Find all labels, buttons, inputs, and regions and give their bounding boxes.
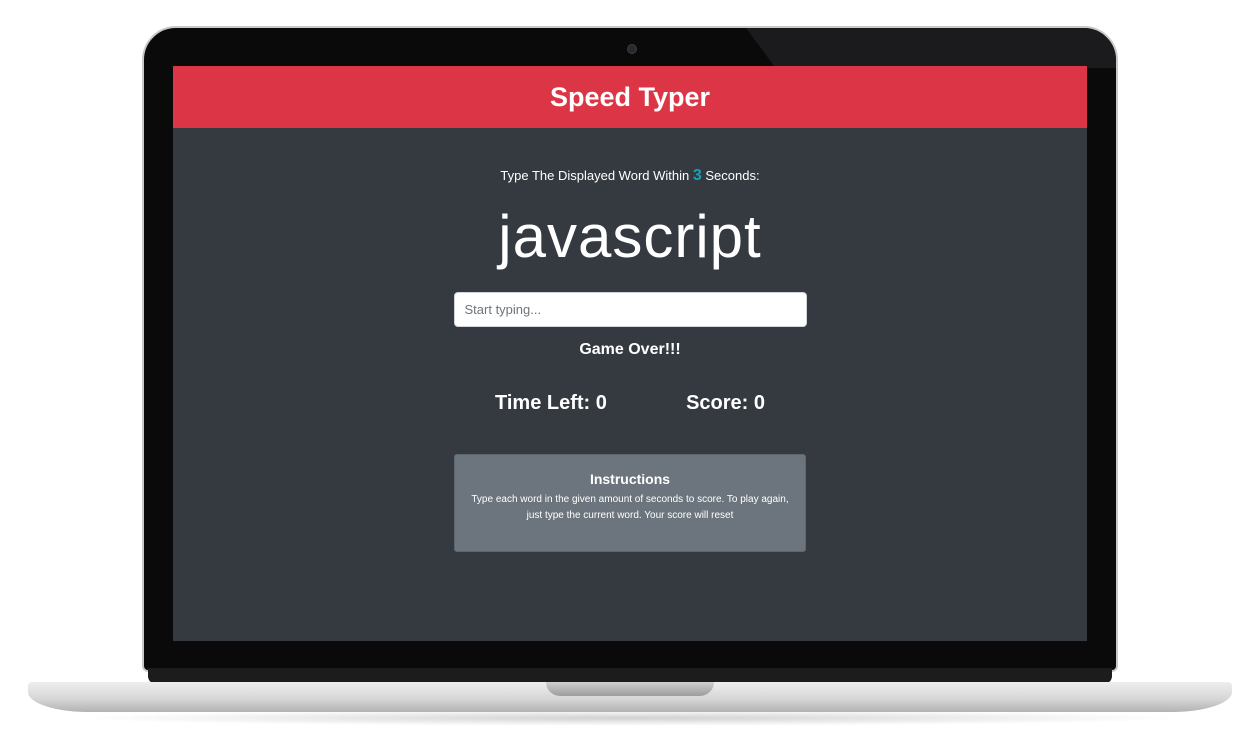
word-input[interactable]	[453, 292, 807, 327]
instructions-card: Instructions Type each word in the given…	[454, 454, 806, 552]
game-status-message: Game Over!!!	[579, 341, 681, 358]
score-stat: Score: 0	[686, 392, 765, 415]
prompt-prefix: Type The Displayed Word Within	[500, 168, 690, 183]
app-header: Speed Typer	[173, 66, 1087, 128]
time-left-label: Time Left:	[495, 392, 596, 414]
webcam-icon	[627, 44, 637, 54]
time-left-value: 0	[595, 392, 607, 414]
prompt-suffix: Seconds:	[705, 168, 760, 183]
app-screen: Speed Typer Type The Displayed Word With…	[173, 66, 1087, 641]
laptop-notch	[546, 682, 714, 696]
current-word: javascript	[498, 203, 762, 270]
seconds-value: 3	[692, 167, 702, 184]
time-left-stat: Time Left: 0	[495, 392, 607, 415]
laptop-shadow	[70, 710, 1190, 726]
lid-glare	[746, 28, 1116, 68]
stats-row: Time Left: 0 Score: 0	[495, 392, 765, 415]
score-value: 0	[753, 392, 765, 414]
score-label: Score:	[686, 392, 754, 414]
instructions-title: Instructions	[589, 471, 671, 487]
app-title: Speed Typer	[549, 81, 711, 112]
instructions-text: Type each word in the given amount of se…	[471, 494, 789, 521]
seconds-prompt: Type The Displayed Word Within 3 Seconds…	[173, 167, 1087, 185]
